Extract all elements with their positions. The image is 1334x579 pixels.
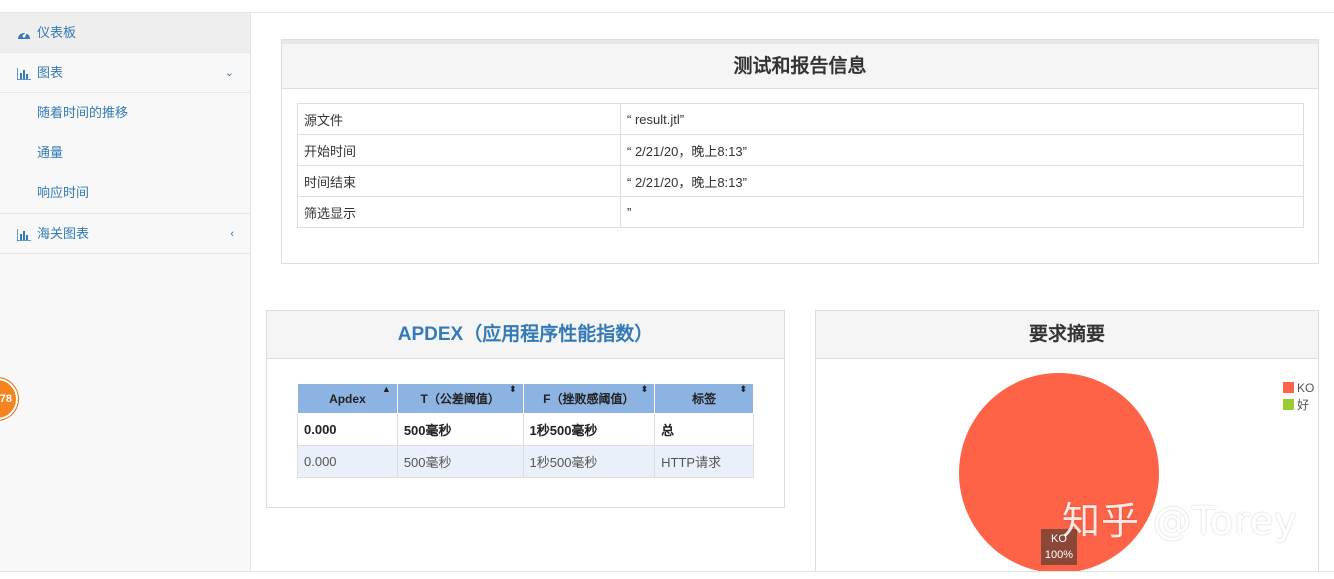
table-cell: 0.000 (297, 445, 398, 478)
legend-swatch (1283, 382, 1294, 393)
apdex-panel: APDEX（应用程序性能指数） Apdex ▲ T（公差阈值） ⬍ F（挫败感阈值）… (266, 310, 785, 508)
table-row: 时间结束 “ 2/21/20，晚上8:13” (297, 165, 1304, 197)
sidebar-item-label: 图表 (37, 65, 64, 80)
table-cell: 1秒500毫秒 (522, 413, 656, 446)
info-value: “ result.jtl” (620, 103, 1304, 135)
panel-title: 测试和报告信息 (282, 40, 1318, 89)
table-row: 筛选显示” (297, 196, 1304, 228)
sidebar-item-label: 仪表板 (37, 25, 77, 40)
column-header-apdex[interactable]: Apdex ▲ (297, 383, 398, 414)
table-cell: 500毫秒 (396, 445, 524, 478)
table-row: 开始时间 “ 2/21/20，晚上8:13” (297, 134, 1304, 166)
sort-asc-icon: ▲ (381, 384, 391, 394)
sidebar-item-dashboard[interactable]: 仪表板 (0, 13, 250, 53)
sort-icon: ⬍ (739, 384, 747, 394)
table-cell: 1秒500毫秒 (522, 445, 656, 478)
table-cell: 500毫秒 (396, 413, 524, 446)
sidebar-subitem-response-times[interactable]: 响应时间 (0, 173, 250, 213)
column-header-t[interactable]: T（公差阈值） ⬍ (396, 383, 524, 414)
bar-chart-icon (17, 228, 32, 241)
sidebar-subitem-over-time[interactable]: 随着时间的推移 (0, 93, 250, 133)
info-key: 筛选显示 (297, 196, 621, 228)
panel-title: 要求摘要 (816, 311, 1318, 359)
slice-label-percent: 100% (1044, 549, 1074, 561)
table-cell: 总 (654, 413, 754, 446)
sort-icon: ⬍ (640, 384, 649, 394)
sidebar-item-charts[interactable]: 图表 ⌄ (0, 53, 250, 93)
table-cell: 0.000 (297, 413, 398, 446)
charts-submenu: 随着时间的推移 通量 响应时间 (0, 93, 250, 214)
apdex-table: Apdex ▲ T（公差阈值） ⬍ F（挫败感阈值） ⬍ 标签 ⬍ 0.000 500毫… (297, 383, 754, 478)
chart-legend: KO 好 (1283, 380, 1314, 414)
bar-chart-icon (17, 67, 32, 80)
legend-item-ok[interactable]: 好 (1283, 397, 1314, 414)
panel-title: APDEX（应用程序性能指数） (267, 311, 784, 359)
sidebar-subitem-throughput[interactable]: 通量 (0, 133, 250, 173)
info-key: 时间结束 (297, 165, 621, 197)
table-header-row: Apdex ▲ T（公差阈值） ⬍ F（挫败感阈值） ⬍ 标签 ⬍ (297, 383, 754, 414)
bottom-divider (0, 571, 1334, 579)
column-header-f[interactable]: F（挫败感阈值） ⬍ (522, 383, 656, 414)
info-value: ” (620, 196, 1304, 228)
watermark: 知乎 @Torey (1062, 499, 1298, 543)
info-value: “ 2/21/20，晚上8:13” (620, 165, 1304, 197)
legend-swatch (1283, 399, 1294, 410)
sort-icon: ⬍ (508, 384, 517, 394)
column-header-label[interactable]: 标签 ⬍ (654, 383, 754, 414)
legend-item-ko[interactable]: KO (1283, 380, 1314, 397)
table-cell: HTTP请求 (654, 445, 754, 478)
floating-badge[interactable]: 78 (0, 378, 18, 420)
sidebar-item-label: 海关图表 (37, 226, 90, 241)
sidebar-item-custom-graphs[interactable]: 海关图表 ‹ (0, 214, 250, 254)
top-navbar (0, 0, 1334, 13)
dashboard-icon (17, 28, 32, 40)
test-report-info-panel: 测试和报告信息 源文件 “ result.jtl” 开始时间 “ 2/21/20，晚… (281, 39, 1319, 264)
chevron-down-icon[interactable]: ⌄ (225, 53, 234, 93)
info-key: 源文件 (297, 103, 621, 135)
table-row: 源文件 “ result.jtl” (297, 103, 1304, 135)
sidebar: 仪表板 图表 ⌄ 随着时间的推移 通量 响应时间 海关图表 ‹ 78 (0, 13, 251, 579)
chevron-left-icon[interactable]: ‹ (230, 214, 234, 254)
table-row: 0.000 500毫秒 1秒500毫秒 总 (297, 413, 754, 446)
info-key: 开始时间 (297, 134, 621, 166)
info-value: “ 2/21/20，晚上8:13” (620, 134, 1304, 166)
table-row: 0.000 500毫秒 1秒500毫秒 HTTP请求 (297, 445, 754, 478)
info-table: 源文件 “ result.jtl” 开始时间 “ 2/21/20，晚上8:13” 时… (297, 103, 1304, 228)
